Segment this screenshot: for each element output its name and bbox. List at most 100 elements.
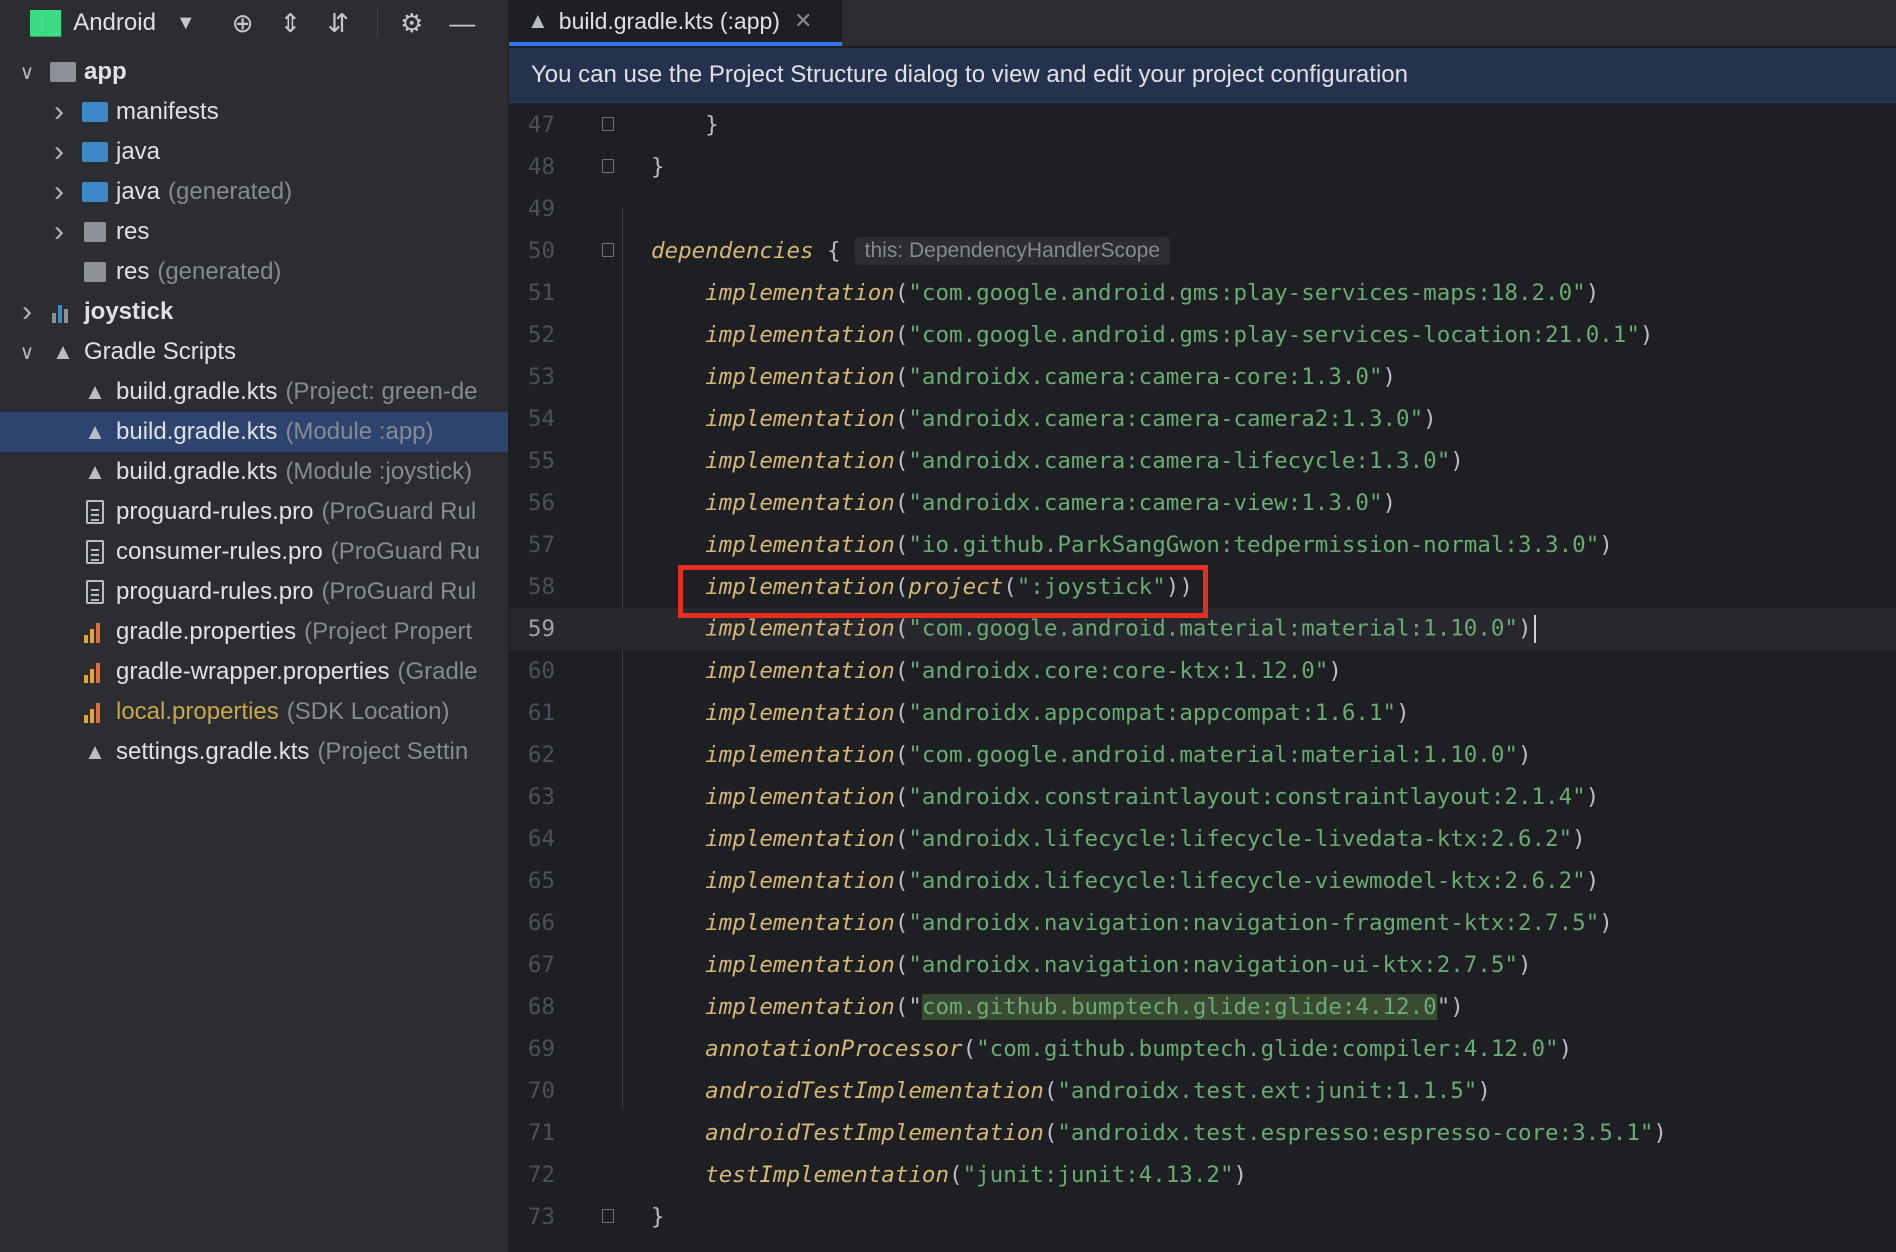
chevron-down-icon[interactable]: ∨: [14, 340, 40, 365]
fold-marker-icon[interactable]: [602, 243, 614, 257]
chevron-right-icon[interactable]: ›: [46, 95, 72, 129]
code-line[interactable]: 60 implementation("androidx.core:core-kt…: [509, 650, 1896, 692]
editor-gutter: [555, 146, 651, 188]
fold-marker-icon[interactable]: [602, 1209, 614, 1223]
code-line[interactable]: 56 implementation("androidx.camera:camer…: [509, 482, 1896, 524]
tree-item[interactable]: ›consumer-rules.pro(ProGuard Ru: [0, 532, 508, 572]
gradle-elephant-icon: ▲: [84, 419, 106, 444]
editor-gutter: [555, 608, 651, 650]
tree-item-label: Gradle Scripts: [84, 338, 237, 365]
tree-item-hint: (ProGuard Rul: [321, 498, 477, 525]
project-structure-banner[interactable]: You can use the Project Structure dialog…: [509, 48, 1896, 103]
editor-gutter: [555, 272, 651, 314]
tree-item[interactable]: ∨ app: [0, 52, 508, 92]
code-line[interactable]: 71 androidTestImplementation("androidx.t…: [509, 1112, 1896, 1154]
tree-item[interactable]: ›proguard-rules.pro(ProGuard Rul: [0, 492, 508, 532]
tree-item[interactable]: ›proguard-rules.pro(ProGuard Rul: [0, 572, 508, 612]
tree-item-hint: (Project: green-de: [285, 378, 478, 405]
code-line[interactable]: 50 dependencies {this: DependencyHandlerS…: [509, 230, 1896, 272]
chevron-right-icon[interactable]: ›: [46, 135, 72, 169]
code-line[interactable]: 49: [509, 188, 1896, 230]
code-line[interactable]: 70 androidTestImplementation("androidx.t…: [509, 1070, 1896, 1112]
close-icon[interactable]: ✕: [794, 8, 812, 34]
text-file-icon: [80, 539, 110, 565]
code-text: implementation("com.google.android.gms:p…: [651, 280, 1600, 306]
code-line[interactable]: 72 testImplementation("junit:junit:4.13.…: [509, 1154, 1896, 1196]
tree-item[interactable]: ›▲build.gradle.kts(Module :app): [0, 412, 508, 452]
tree-item[interactable]: ›▲build.gradle.kts(Module :joystick): [0, 452, 508, 492]
tree-item[interactable]: ›▲build.gradle.kts(Project: green-de: [0, 372, 508, 412]
collapse-all-icon[interactable]: ⇵: [327, 8, 349, 39]
line-number: 60: [527, 658, 555, 684]
code-line[interactable]: 47 }: [509, 104, 1896, 146]
text-file-icon: [80, 579, 110, 605]
code-text: dependencies {: [651, 238, 841, 264]
editor-gutter: [555, 356, 651, 398]
chevron-down-icon[interactable]: ∨: [14, 60, 40, 85]
code-text: implementation("androidx.camera:camera-c…: [651, 364, 1397, 390]
minimize-icon[interactable]: —: [449, 8, 475, 39]
fold-marker-icon[interactable]: [602, 117, 614, 131]
line-number: 49: [527, 196, 555, 222]
line-number: 47: [527, 112, 555, 138]
tree-item[interactable]: ›res(generated): [0, 252, 508, 292]
gradle-elephant-icon: ▲: [84, 379, 106, 404]
editor-tab[interactable]: ▲ build.gradle.kts (:app) ✕: [509, 0, 842, 46]
code-line[interactable]: 51 implementation("com.google.android.gm…: [509, 272, 1896, 314]
expand-all-icon[interactable]: ⇕: [280, 8, 302, 39]
properties-file-icon: [80, 619, 110, 645]
code-line[interactable]: 53 implementation("androidx.camera:camer…: [509, 356, 1896, 398]
code-line[interactable]: 69 annotationProcessor("com.github.bumpt…: [509, 1028, 1896, 1070]
code-line[interactable]: 66 implementation("androidx.navigation:n…: [509, 902, 1896, 944]
tree-item[interactable]: ›local.properties(SDK Location): [0, 692, 508, 732]
code-line[interactable]: 52 implementation("com.google.android.gm…: [509, 314, 1896, 356]
tree-item[interactable]: ∨ ▲ Gradle Scripts: [0, 332, 508, 372]
code-line[interactable]: 57 implementation("io.github.ParkSangGwo…: [509, 524, 1896, 566]
folder-icon: [80, 99, 110, 125]
code-line[interactable]: 48}: [509, 146, 1896, 188]
tree-item[interactable]: ›gradle.properties(Project Propert: [0, 612, 508, 652]
editor-gutter: [555, 944, 651, 986]
tree-item[interactable]: › res: [0, 212, 508, 252]
tree-item-label: build.gradle.kts: [116, 458, 278, 485]
chevron-down-icon[interactable]: ▼: [176, 12, 196, 35]
gear-icon[interactable]: ⚙: [400, 8, 423, 39]
tree-item[interactable]: › joystick: [0, 292, 508, 332]
tree-item-label: proguard-rules.pro: [116, 498, 314, 525]
code-line[interactable]: 59 implementation("com.google.android.ma…: [509, 608, 1896, 650]
code-line[interactable]: 63 implementation("androidx.constraintla…: [509, 776, 1896, 818]
code-line[interactable]: 64 implementation("androidx.lifecycle:li…: [509, 818, 1896, 860]
tree-item[interactable]: ›▲settings.gradle.kts(Project Settin: [0, 732, 508, 772]
code-line[interactable]: 55 implementation("androidx.camera:camer…: [509, 440, 1896, 482]
chevron-right-icon[interactable]: ›: [14, 295, 40, 329]
code-text: implementation("androidx.constraintlayou…: [651, 784, 1600, 810]
code-line[interactable]: 58 implementation(project(":joystick")): [509, 566, 1896, 608]
code-text: androidTestImplementation("androidx.test…: [651, 1120, 1667, 1146]
tree-item-label: res: [116, 258, 150, 285]
locate-icon[interactable]: ⊕: [232, 8, 254, 39]
properties-file-icon: [80, 699, 110, 725]
tree-item[interactable]: › java (generated): [0, 172, 508, 212]
code-text: implementation("com.google.android.mater…: [651, 615, 1536, 643]
line-number: 57: [527, 532, 555, 558]
chevron-right-icon[interactable]: ›: [46, 175, 72, 209]
tree-item[interactable]: ›gradle-wrapper.properties(Gradle: [0, 652, 508, 692]
code-editor[interactable]: 47 } 48} 49 50 dependencies {this: Dependenc…: [509, 104, 1896, 1252]
fold-marker-icon[interactable]: [602, 159, 614, 173]
editor-gutter: [555, 482, 651, 524]
code-line[interactable]: 62 implementation("com.google.android.ma…: [509, 734, 1896, 776]
code-line[interactable]: 68 implementation("com.github.bumptech.g…: [509, 986, 1896, 1028]
project-view-selector[interactable]: Android: [73, 9, 156, 37]
chevron-right-icon[interactable]: ›: [46, 215, 72, 249]
editor-gutter: [555, 314, 651, 356]
editor-gutter: [555, 1070, 651, 1112]
tree-item[interactable]: › java: [0, 132, 508, 172]
code-line[interactable]: 67 implementation("androidx.navigation:n…: [509, 944, 1896, 986]
tree-item[interactable]: › manifests: [0, 92, 508, 132]
code-line[interactable]: 73}: [509, 1196, 1896, 1238]
code-line[interactable]: 54 implementation("androidx.camera:camer…: [509, 398, 1896, 440]
tree-item-label: proguard-rules.pro: [116, 578, 314, 605]
code-line[interactable]: 61 implementation("androidx.appcompat:ap…: [509, 692, 1896, 734]
resource-folder-icon: [80, 219, 110, 245]
code-line[interactable]: 65 implementation("androidx.lifecycle:li…: [509, 860, 1896, 902]
